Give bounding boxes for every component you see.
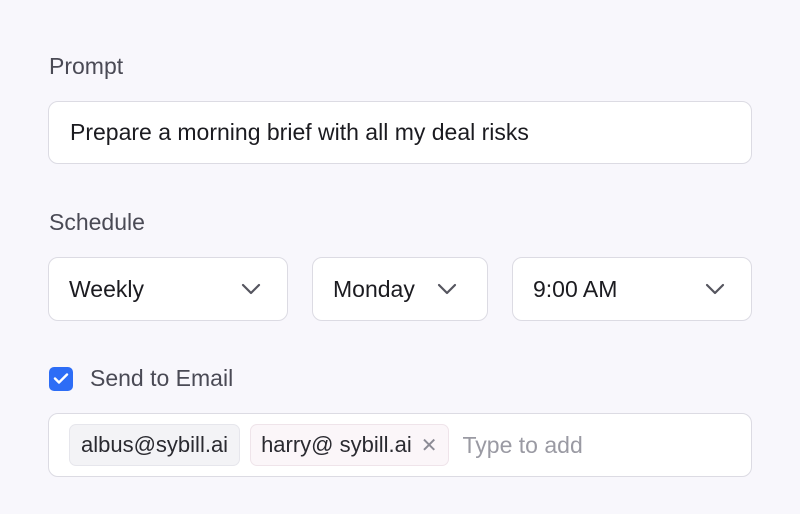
prompt-input[interactable]: Prepare a morning brief with all my deal… — [48, 101, 752, 164]
recipient-chip-label: albus@sybill.ai — [81, 432, 229, 457]
recipient-input[interactable] — [462, 431, 663, 459]
email-recipients-field[interactable]: albus@sybill.ai harry@ sybill.ai ✕ — [48, 413, 752, 477]
frequency-select-value: Weekly — [69, 275, 144, 302]
day-select[interactable]: Monday — [312, 257, 488, 321]
recipient-chip[interactable]: albus@sybill.ai — [69, 424, 241, 466]
chevron-down-icon — [705, 283, 725, 295]
schedule-label: Schedule — [49, 209, 145, 235]
frequency-select[interactable]: Weekly — [48, 257, 288, 321]
day-select-value: Monday — [333, 275, 415, 302]
send-to-email-checkbox[interactable] — [49, 366, 73, 391]
send-to-email-label[interactable]: Send to Email — [90, 365, 233, 392]
send-to-email-row: Send to Email — [49, 365, 233, 392]
chevron-down-icon — [241, 283, 261, 295]
recipient-chip[interactable]: harry@ sybill.ai ✕ — [250, 424, 449, 466]
checkmark-icon — [53, 373, 69, 384]
recipient-chip-label: harry@ sybill.ai — [261, 432, 412, 457]
time-select[interactable]: 9:00 AM — [512, 257, 752, 321]
time-select-value: 9:00 AM — [533, 275, 618, 302]
prompt-label: Prompt — [49, 53, 124, 79]
prompt-input-value: Prepare a morning brief with all my deal… — [70, 119, 529, 145]
close-icon[interactable]: ✕ — [421, 433, 438, 458]
chevron-down-icon — [437, 283, 457, 295]
